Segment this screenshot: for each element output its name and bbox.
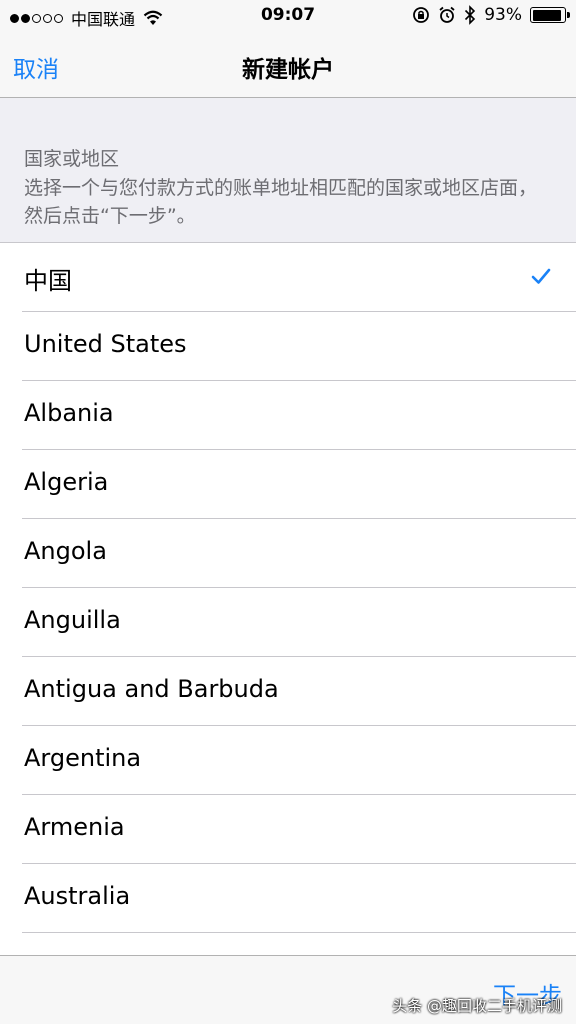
page-title: 新建帐户 [242, 57, 334, 83]
battery-percent: 93% [484, 5, 522, 25]
country-label: Anguilla [24, 606, 121, 634]
country-label: Argentina [24, 744, 142, 772]
bluetooth-icon [465, 5, 476, 25]
rotation-lock-icon [413, 7, 430, 23]
country-label: Antigua and Barbuda [24, 675, 279, 703]
country-label: United States [24, 330, 187, 358]
country-row[interactable]: Algeria [22, 450, 576, 519]
country-row[interactable]: Argentina [22, 726, 576, 795]
country-row[interactable]: Armenia [22, 795, 576, 864]
country-label: Angola [24, 537, 107, 565]
country-row[interactable]: Australia [22, 864, 576, 933]
country-label: Australia [24, 882, 131, 910]
country-row[interactable]: 中国 [22, 243, 576, 312]
section-description: 选择一个与您付款方式的账单地址相匹配的国家或地区店面，然后点击“下一步”。 [24, 177, 538, 227]
country-row[interactable]: Albania [22, 381, 576, 450]
country-label: 中国 [24, 267, 72, 295]
status-right: 93% [412, 5, 570, 25]
section-header: 国家或地区 选择一个与您付款方式的账单地址相匹配的国家或地区店面，然后点击“下一… [0, 99, 576, 242]
screen: 中国联通 09:07 93% 取消 新建帐户 国家或地区 选择一个与您付款方式的… [0, 0, 576, 1024]
country-row[interactable]: Angola [22, 519, 576, 588]
country-label: Armenia [24, 813, 125, 841]
checkmark-icon [531, 268, 551, 284]
country-label: Albania [24, 399, 114, 427]
alarm-icon [439, 6, 455, 23]
status-bar: 中国联通 09:07 93% [0, 0, 576, 32]
section-title: 国家或地区 [24, 148, 120, 170]
country-row[interactable]: Antigua and Barbuda [22, 657, 576, 726]
country-row[interactable]: United States [22, 312, 576, 381]
country-list: 中国 United States Albania Algeria Angola … [0, 242, 576, 955]
battery-icon [530, 7, 570, 23]
country-row[interactable]: Anguilla [22, 588, 576, 657]
watermark: 头条 @趣回收二手机评测 [392, 997, 562, 1015]
battery-fill [532, 9, 562, 21]
country-label: Algeria [24, 468, 109, 496]
navigation-bar: 取消 新建帐户 [0, 32, 576, 98]
